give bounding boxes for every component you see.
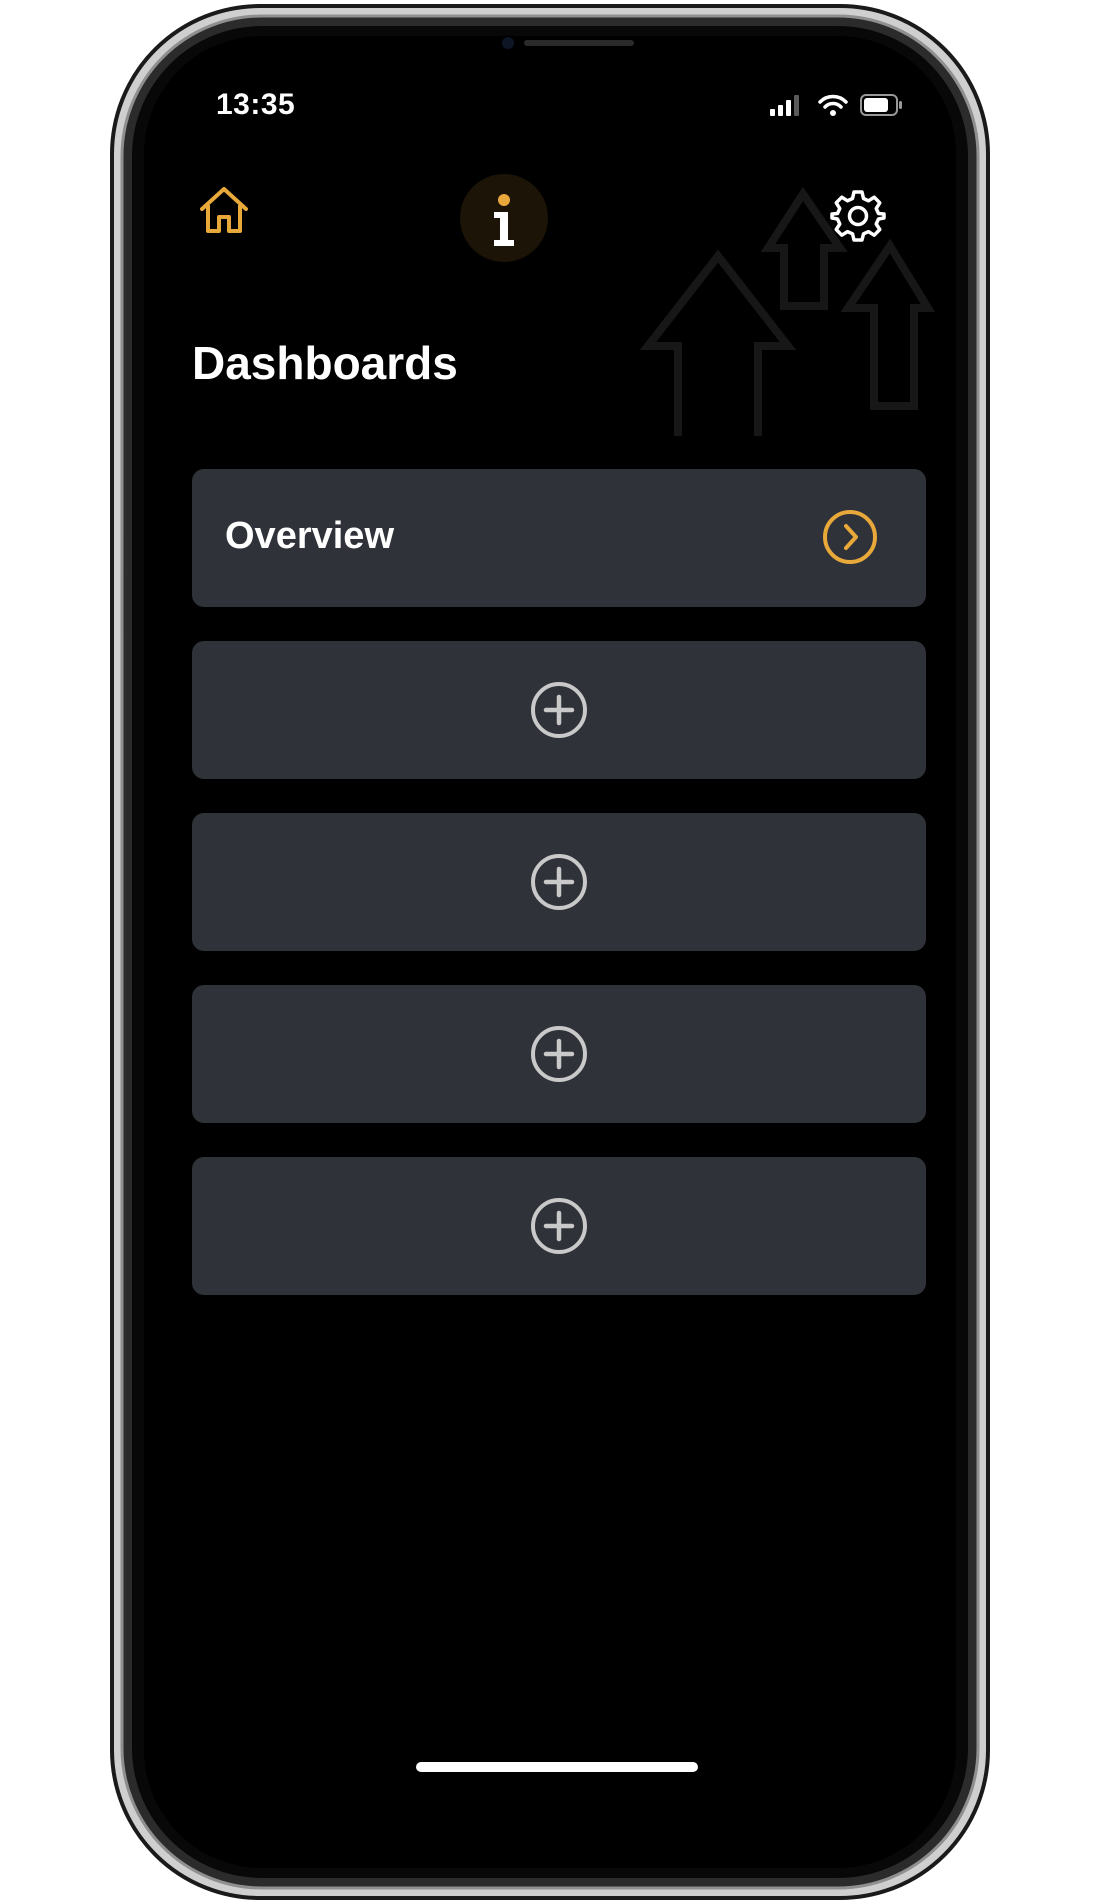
wifi-icon [818, 94, 848, 116]
page-title: Dashboards [192, 337, 458, 389]
background-arrows-decoration [639, 186, 936, 436]
plus-circle-icon[interactable] [528, 679, 590, 741]
dashboard-card-label: Overview [225, 515, 394, 557]
dashboard-list: Overview [192, 469, 926, 1329]
app-logo [460, 174, 548, 262]
info-logo-icon [494, 194, 514, 246]
front-camera [502, 37, 514, 49]
app-screen: 13:35 Dashboards Overview [144, 36, 956, 1868]
earpiece-speaker [524, 40, 634, 46]
chevron-right-circle-icon[interactable] [820, 507, 880, 567]
plus-circle-icon[interactable] [528, 1195, 590, 1257]
home-indicator[interactable] [416, 1762, 698, 1772]
status-icons [770, 94, 904, 116]
status-time: 13:35 [216, 88, 296, 121]
add-dashboard-card[interactable] [192, 813, 926, 951]
add-dashboard-card[interactable] [192, 1157, 926, 1295]
battery-icon [860, 94, 902, 116]
add-dashboard-card[interactable] [192, 641, 926, 779]
dashboard-card-overview[interactable]: Overview [192, 469, 926, 607]
settings-button[interactable] [830, 188, 886, 244]
add-dashboard-card[interactable] [192, 985, 926, 1123]
plus-circle-icon[interactable] [528, 851, 590, 913]
plus-circle-icon[interactable] [528, 1023, 590, 1085]
home-icon [200, 187, 248, 233]
gear-icon [830, 190, 886, 242]
phone-frame: 13:35 Dashboards Overview [110, 4, 990, 1900]
cellular-signal-icon [770, 95, 799, 116]
home-button[interactable] [194, 181, 254, 241]
